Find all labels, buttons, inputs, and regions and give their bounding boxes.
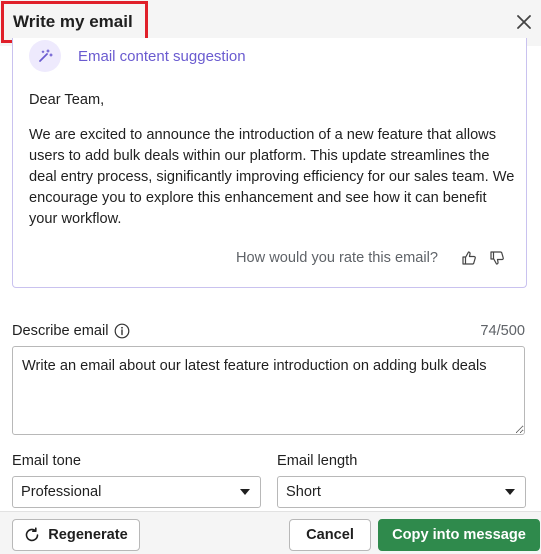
describe-label-row: Describe email 74/500	[12, 321, 525, 341]
email-paragraph: We are excited to announce the introduct…	[29, 127, 515, 227]
cancel-button[interactable]: Cancel	[289, 519, 371, 551]
email-length-label: Email length	[277, 453, 358, 469]
regenerate-label: Regenerate	[48, 527, 128, 543]
character-count: 74/500	[480, 323, 525, 339]
email-greeting: Dear Team,	[29, 92, 105, 108]
email-tone-value: Professional	[21, 484, 102, 500]
email-length-value: Short	[286, 484, 321, 500]
close-button[interactable]	[513, 11, 535, 33]
thumbs-up-icon[interactable]	[460, 249, 478, 267]
rating-row: How would you rate this email?	[236, 249, 506, 267]
caret-down-icon	[240, 489, 250, 495]
suggestion-label: Email content suggestion	[78, 47, 246, 65]
write-email-dialog: Write my email Email content suggestion …	[0, 0, 541, 554]
info-icon[interactable]	[114, 323, 130, 339]
suggestion-header: Email content suggestion	[29, 40, 246, 72]
email-tone-label: Email tone	[12, 453, 81, 469]
magic-wand-icon	[29, 40, 61, 72]
copy-label: Copy into message	[392, 527, 526, 543]
suggestion-card: Email content suggestion Dear Team, We a…	[12, 38, 527, 288]
describe-email-input[interactable]: Write an email about our latest feature …	[12, 346, 525, 435]
regenerate-button[interactable]: Regenerate	[12, 519, 140, 551]
close-icon	[517, 15, 531, 29]
dialog-footer: Regenerate Cancel Copy into message	[0, 511, 541, 554]
email-suggestion-text: Dear Team, We are excited to announce th…	[29, 90, 517, 230]
cancel-label: Cancel	[306, 527, 354, 543]
describe-label: Describe email	[12, 323, 109, 339]
email-length-select[interactable]: Short	[277, 476, 526, 508]
rating-prompt: How would you rate this email?	[236, 250, 438, 266]
copy-into-message-button[interactable]: Copy into message	[378, 519, 540, 551]
refresh-icon	[24, 527, 40, 543]
thumbs-down-icon[interactable]	[488, 249, 506, 267]
email-tone-select[interactable]: Professional	[12, 476, 261, 508]
caret-down-icon	[505, 489, 515, 495]
dialog-title: Write my email	[13, 12, 133, 31]
title-highlight: Write my email	[1, 1, 148, 43]
